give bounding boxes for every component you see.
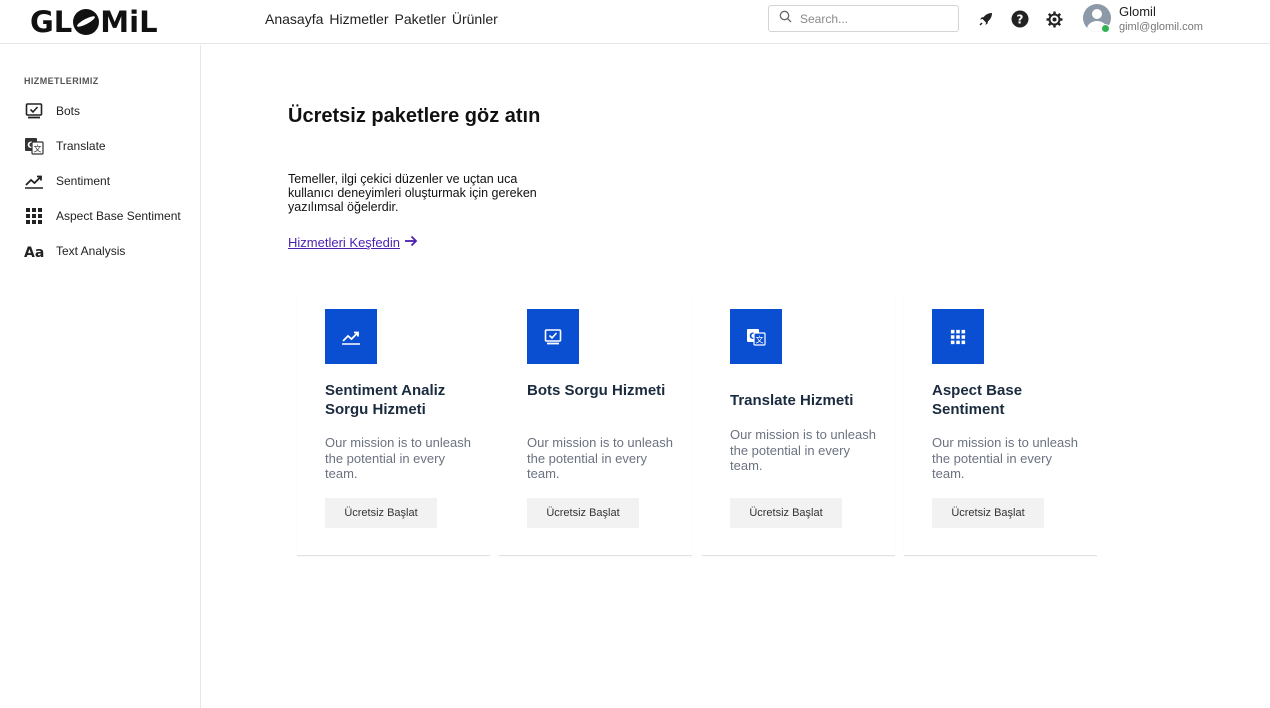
sidebar-item-sentiment[interactable]: Sentiment [24,171,110,191]
nav-item-hizmetler[interactable]: Hizmetler [329,11,388,27]
user-name: Glomil [1119,4,1156,19]
sidebar-item-text-analysis[interactable]: Aa Text Analysis [24,241,125,261]
gear-icon[interactable] [1045,10,1063,28]
logo-text-start: GL [30,5,73,39]
logo-text-end: MiL [100,5,158,39]
svg-text:Aa: Aa [24,245,44,259]
grid-dots-icon [24,206,44,226]
sidebar-item-label: Aspect Base Sentiment [56,209,181,223]
bot-monitor-icon [24,101,44,121]
online-status-dot [1101,24,1110,33]
rocket-icon[interactable] [977,10,995,28]
explore-services-link[interactable]: Hizmetleri Keşfedin [288,235,418,250]
trend-chart-icon [325,309,377,364]
bot-monitor-icon [527,309,579,364]
logo-globe-icon [73,9,100,35]
translate-icon: G文 [730,309,782,364]
main-nav: Anasayfa Hizmetler Paketler Ürünler [265,11,498,27]
translate-icon: G文 [24,136,44,156]
card-description: Our mission is to unleash the potential … [325,435,471,481]
logo[interactable]: GL MiL [30,5,158,39]
top-header: GL MiL Anasayfa Hizmetler Paketler Ürünl… [0,0,1270,44]
service-card-sentiment: Sentiment Analiz Sorgu Hizmeti Our missi… [297,288,490,556]
card-description: Our mission is to unleash the potential … [730,427,876,473]
svg-text:文: 文 [34,144,42,154]
sidebar-item-label: Bots [56,104,81,118]
text-aa-icon: Aa [24,241,44,261]
sidebar-item-label: Sentiment [56,174,111,188]
service-card-aspect-base-sentiment: Aspect Base Sentiment Our mission is to … [904,288,1097,556]
explore-services-link-label: Hizmetleri Keşfedin [288,235,400,250]
hero-description: Temeller, ilgi çekici düzenler ve uçtan … [288,172,537,214]
service-card-translate: G文 Translate Hizmeti Our mission is to u… [702,288,895,556]
sidebar-item-bots[interactable]: Bots [24,101,80,121]
sidebar: HIZMETLERIMIZ Bots G文 Translate Sentimen… [0,45,201,708]
help-icon[interactable]: ? [1011,10,1029,28]
service-card-bots: Bots Sorgu Hizmeti Our mission is to unl… [499,288,692,556]
card-title: Aspect Base Sentiment [932,382,1023,418]
start-free-button[interactable]: Ücretsiz Başlat [932,498,1044,528]
trend-chart-icon [24,171,44,191]
arrow-right-icon [404,235,418,250]
nav-item-paketler[interactable]: Paketler [395,11,446,27]
grid-dots-icon [932,309,984,364]
sidebar-item-label: Text Analysis [56,244,126,258]
start-free-button[interactable]: Ücretsiz Başlat [527,498,639,528]
hero-title: Ücretsiz paketlere göz atın [288,105,541,127]
sidebar-title: HIZMETLERIMIZ [24,76,99,86]
sidebar-item-aspect-base-sentiment[interactable]: Aspect Base Sentiment [24,206,181,226]
nav-item-anasayfa[interactable]: Anasayfa [265,11,323,27]
search-icon [779,10,792,28]
start-free-button[interactable]: Ücretsiz Başlat [730,498,842,528]
card-description: Our mission is to unleash the potential … [527,435,673,481]
start-free-button[interactable]: Ücretsiz Başlat [325,498,437,528]
user-email: giml@glomil.com [1119,21,1203,33]
card-title: Sentiment Analiz Sorgu Hizmeti [325,382,446,418]
search-box[interactable] [768,5,959,32]
card-description: Our mission is to unleash the potential … [932,435,1078,481]
card-title: Bots Sorgu Hizmeti [527,382,666,399]
nav-item-urunler[interactable]: Ürünler [452,11,498,27]
search-input[interactable] [800,11,940,26]
svg-text:文: 文 [756,334,764,344]
svg-text:?: ? [1017,12,1024,26]
sidebar-item-label: Translate [56,139,106,153]
sidebar-item-translate[interactable]: G文 Translate [24,136,106,156]
card-title: Translate Hizmeti [730,392,854,409]
